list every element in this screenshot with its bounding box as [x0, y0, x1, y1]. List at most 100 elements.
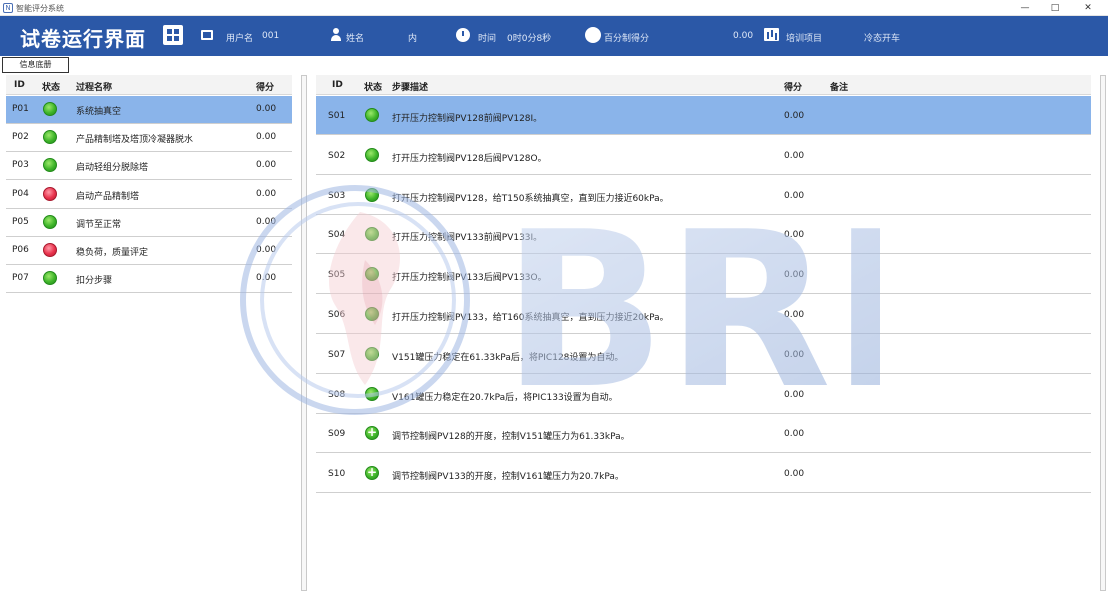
- header-step-desc: 步骤描述: [392, 83, 429, 93]
- process-name: 扣分步骤: [76, 276, 113, 287]
- step-description: 打开压力控制阀PV128后阀PV128O。: [392, 153, 547, 164]
- page-title: 试卷运行界面: [20, 27, 146, 51]
- process-id: P06: [12, 245, 29, 255]
- process-id: P03: [12, 160, 29, 171]
- header-step-status: 状态: [364, 83, 383, 93]
- name-label: 姓名: [346, 34, 365, 44]
- step-id: S04: [328, 230, 346, 241]
- step-description: V161罐压力稳定在20.7kPa后，将PIC133设置为自动。: [392, 392, 618, 403]
- status-green-icon: [365, 346, 379, 361]
- id-card-icon: [201, 30, 213, 40]
- process-table-header: ID 状态 过程名称 得分: [6, 75, 292, 95]
- step-id: S02: [328, 150, 346, 161]
- header-id: ID: [14, 80, 25, 90]
- step-score: 0.00: [784, 349, 805, 360]
- step-id: S07: [328, 349, 346, 360]
- step-description: 打开压力控制阀PV128，给T150系统抽真空，直到压力接近60kPa。: [392, 193, 669, 204]
- step-row[interactable]: S05 打开压力控制阀PV133后阀PV133O。 0.00: [316, 255, 1091, 295]
- process-table: ID 状态 过程名称 得分 P01 系统抽真空 0.00 P02 产品精制塔及塔顶冷凝器…: [6, 75, 292, 596]
- step-description: 打开压力控制阀PV133前阀PV133I。: [392, 233, 543, 244]
- step-description: 打开压力控制阀PV133后阀PV133O。: [392, 273, 547, 284]
- person-icon: [330, 28, 342, 42]
- window-titlebar: N 智能评分系统 — □ ✕: [0, 0, 1108, 16]
- process-name: 稳负荷，质量评定: [76, 248, 149, 258]
- status-green-icon: [365, 187, 379, 202]
- process-row[interactable]: P05 调节至正常 0.00: [6, 208, 292, 237]
- status-green-icon: [365, 307, 379, 321]
- header-step-id: ID: [332, 80, 343, 90]
- step-id: S06: [328, 310, 346, 320]
- process-id: P02: [12, 132, 29, 143]
- process-id: P04: [12, 188, 29, 199]
- process-row[interactable]: P07 扣分步骤 0.00: [6, 265, 292, 294]
- status-green-icon: [43, 158, 57, 173]
- process-scrollbar[interactable]: [301, 75, 307, 591]
- step-score: 0.00: [784, 389, 805, 400]
- step-description: 调节控制阀PV133的开度，控制V161罐压力为20.7kPa。: [392, 472, 624, 483]
- process-name: 产品精制塔及塔顶冷凝器脱水: [76, 135, 194, 146]
- status-green-icon: [43, 102, 57, 116]
- process-name: 启动产品精制塔: [76, 191, 140, 202]
- step-row[interactable]: S02 打开压力控制阀PV128后阀PV128O。 0.00: [316, 135, 1091, 175]
- process-name: 启动轻组分脱除塔: [76, 163, 149, 174]
- user-label: 用户名: [226, 34, 254, 44]
- process-score: 0.00: [256, 132, 277, 143]
- step-id: S05: [328, 270, 346, 281]
- step-row[interactable]: S04 打开压力控制阀PV133前阀PV133I。 0.00: [316, 215, 1091, 255]
- toolbar: 信息底册: [0, 56, 1108, 74]
- minimize-button[interactable]: —: [1015, 1, 1035, 15]
- process-row[interactable]: P01 系统抽真空 0.00: [6, 96, 292, 124]
- step-scrollbar[interactable]: [1100, 75, 1106, 591]
- name-value: 内: [408, 34, 418, 44]
- process-row[interactable]: P06 稳负荷，质量评定 0.00: [6, 237, 292, 265]
- process-name: 调节至正常: [76, 219, 122, 230]
- step-score: 0.00: [784, 429, 805, 440]
- process-score: 0.00: [256, 216, 277, 227]
- process-row[interactable]: P02 产品精制塔及塔顶冷凝器脱水 0.00: [6, 124, 292, 153]
- process-score: 0.00: [256, 160, 277, 171]
- time-value: 0时0分8秒: [507, 34, 552, 44]
- step-row[interactable]: S10 调节控制阀PV133的开度，控制V161罐压力为20.7kPa。 0.00: [316, 454, 1091, 494]
- info-button[interactable]: 信息底册: [2, 57, 69, 73]
- process-id: P07: [12, 273, 29, 284]
- step-score: 0.00: [784, 111, 805, 121]
- process-name: 系统抽真空: [76, 107, 122, 117]
- apps-icon[interactable]: [163, 25, 183, 45]
- header-step-note: 备注: [830, 83, 849, 93]
- project-label: 培训项目: [786, 34, 823, 44]
- process-id: P01: [12, 104, 29, 114]
- user-value: 001: [262, 31, 280, 41]
- process-row[interactable]: P04 启动产品精制塔 0.00: [6, 180, 292, 209]
- step-score: 0.00: [784, 310, 805, 320]
- step-row[interactable]: S07 V151罐压力稳定在61.33kPa后，将PIC128设置为自动。 0.00: [316, 334, 1091, 374]
- status-green-plus-icon: [365, 465, 379, 481]
- score-label: 百分制得分: [604, 34, 650, 44]
- step-id: S09: [328, 429, 346, 440]
- step-row[interactable]: S08 V161罐压力稳定在20.7kPa后，将PIC133设置为自动。 0.00: [316, 374, 1091, 414]
- step-description: 调节控制阀PV128的开度，控制V151罐压力为61.33kPa。: [392, 432, 630, 443]
- header-score: 得分: [256, 83, 275, 93]
- clock-icon: [456, 28, 470, 42]
- step-row[interactable]: S06 打开压力控制阀PV133，给T160系统抽真空，直到压力接近20kPa。 0…: [316, 295, 1091, 334]
- step-score: 0.00: [784, 230, 805, 241]
- maximize-button[interactable]: □: [1045, 1, 1065, 15]
- process-score: 0.00: [256, 273, 277, 284]
- status-green-plus-icon: [365, 425, 379, 441]
- step-id: S10: [328, 469, 346, 480]
- percent-icon: %: [585, 27, 601, 43]
- status-green-icon: [365, 227, 379, 242]
- close-button[interactable]: ✕: [1078, 1, 1098, 15]
- process-row[interactable]: P03 启动轻组分脱除塔 0.00: [6, 152, 292, 181]
- process-score: 0.00: [256, 104, 277, 114]
- step-row[interactable]: S09 调节控制阀PV128的开度，控制V151罐压力为61.33kPa。 0.00: [316, 414, 1091, 454]
- step-score: 0.00: [784, 150, 805, 161]
- mode-value: 冷态开车: [864, 34, 901, 44]
- step-row[interactable]: S01 打开压力控制阀PV128前阀PV128I。 0.00: [316, 96, 1091, 135]
- step-id: S01: [328, 111, 346, 121]
- status-green-icon: [365, 108, 379, 122]
- step-row[interactable]: S03 打开压力控制阀PV128，给T150系统抽真空，直到压力接近60kPa。 0…: [316, 175, 1091, 215]
- header-process-name: 过程名称: [76, 83, 113, 93]
- status-red-icon: [43, 186, 57, 201]
- status-green-icon: [365, 267, 379, 282]
- chart-icon: [764, 28, 779, 41]
